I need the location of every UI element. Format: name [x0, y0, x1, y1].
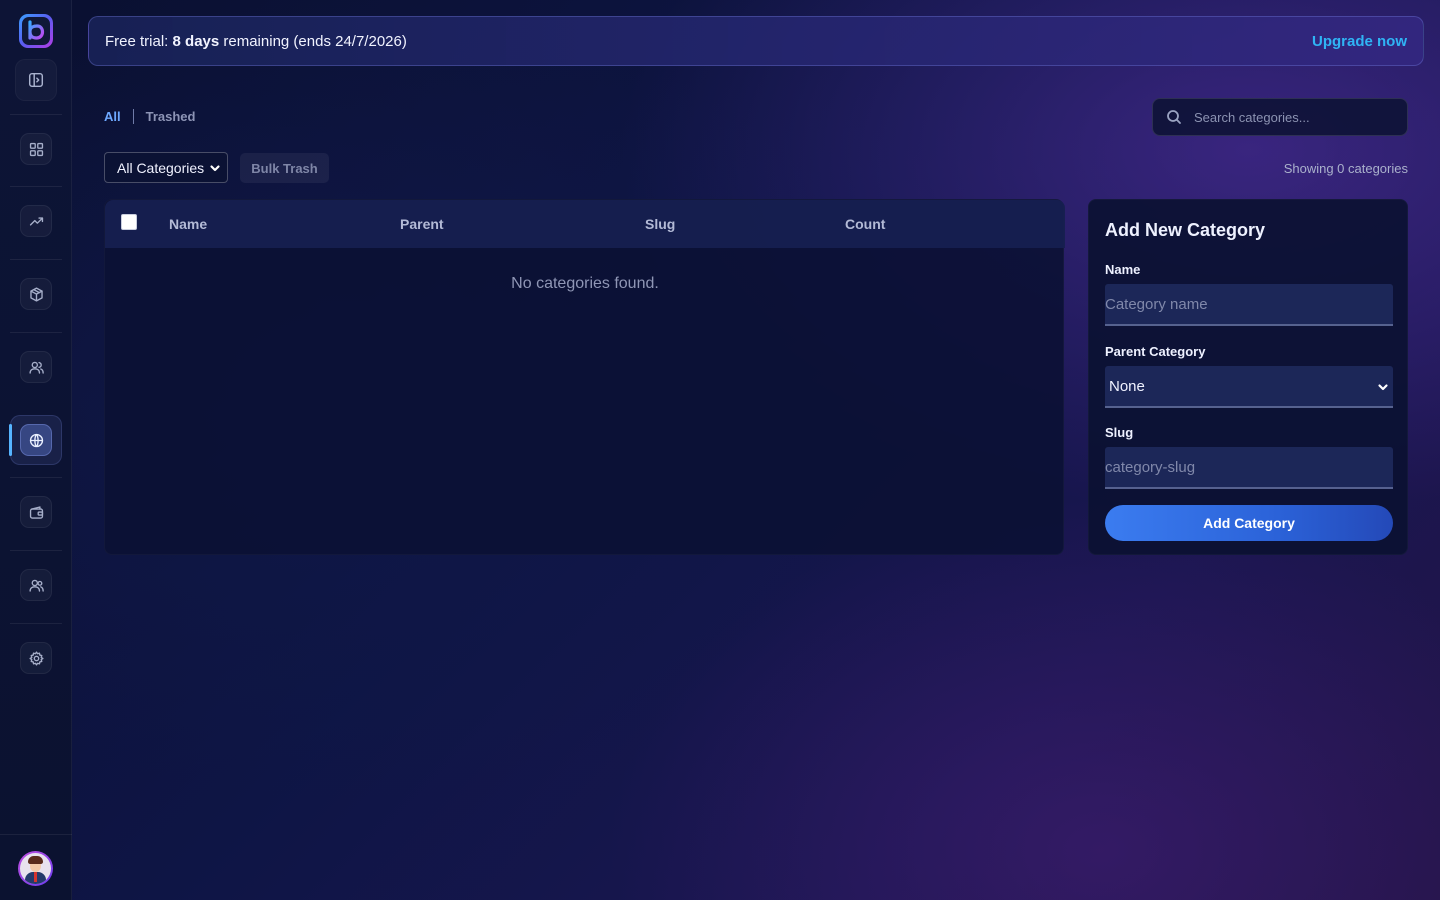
- globe-icon: [29, 433, 43, 447]
- box-icon: [29, 286, 43, 302]
- sidebar-toggle-icon: [28, 72, 44, 88]
- users-icon: [28, 361, 44, 374]
- chevron-down-icon: [1377, 380, 1389, 392]
- trial-banner: Free trial: 8 days remaining (ends 24/7/…: [88, 16, 1424, 66]
- sidebar-divider: [10, 550, 62, 551]
- sidebar-divider: [10, 186, 62, 187]
- sidebar-item-customers[interactable]: [20, 351, 52, 383]
- chevron-down-icon: [209, 161, 221, 173]
- parent-category-select[interactable]: None: [1105, 366, 1393, 408]
- sidebar-item-team[interactable]: [20, 569, 52, 601]
- sidebar-item-website[interactable]: [20, 424, 52, 456]
- sidebar-item-settings[interactable]: [20, 642, 52, 674]
- team-icon: [28, 579, 44, 592]
- sidebar: [0, 0, 72, 900]
- sidebar-item-products[interactable]: [20, 278, 52, 310]
- sidebar-active-indicator: [9, 424, 12, 456]
- sidebar-item-dashboard[interactable]: [20, 133, 52, 165]
- search-icon: [1167, 110, 1181, 124]
- add-category-button[interactable]: Add Category: [1105, 505, 1393, 541]
- select-all-checkbox[interactable]: [121, 214, 137, 230]
- slug-label: Slug: [1105, 425, 1134, 440]
- upgrade-now-link[interactable]: Upgrade now: [1312, 33, 1407, 50]
- status-tabs: All Trashed: [104, 109, 195, 124]
- user-avatar[interactable]: [18, 851, 53, 886]
- trending-up-icon: [29, 216, 43, 226]
- gear-icon: [28, 650, 44, 666]
- category-filter-select[interactable]: All Categories: [104, 152, 228, 183]
- bulk-trash-button[interactable]: Bulk Trash: [240, 153, 329, 183]
- showing-count: Showing 0 categories: [1283, 161, 1408, 176]
- wallet-icon: [29, 505, 43, 519]
- dashboard-grid-icon: [29, 142, 43, 156]
- column-header-slug[interactable]: Slug: [645, 216, 675, 232]
- form-title: Add New Category: [1105, 220, 1266, 240]
- category-name-input[interactable]: [1105, 284, 1393, 326]
- table-header: Name Parent Slug Count: [105, 200, 1065, 248]
- trial-banner-text: Free trial: 8 days remaining (ends 24/7/…: [105, 33, 407, 50]
- category-filter-value: All Categories: [117, 159, 205, 176]
- logo-mark: [22, 17, 50, 45]
- search-box: [1152, 98, 1408, 136]
- sidebar-item-analytics[interactable]: [20, 205, 52, 237]
- sidebar-divider: [10, 332, 62, 333]
- avatar-image: [20, 853, 51, 884]
- sidebar-divider: [10, 259, 62, 260]
- sidebar-divider: [10, 623, 62, 624]
- trial-prefix: Free trial:: [105, 33, 173, 50]
- search-input[interactable]: [1194, 109, 1394, 125]
- add-category-form: Add New Category Name Parent Category No…: [1088, 199, 1408, 555]
- column-header-count[interactable]: Count: [845, 216, 885, 232]
- sidebar-toggle-button[interactable]: [15, 59, 57, 101]
- app-logo[interactable]: [19, 14, 53, 48]
- sidebar-bottom-divider: [0, 834, 72, 835]
- slug-input[interactable]: [1105, 447, 1393, 489]
- trial-end-date: remaining (ends 24/7/2026): [219, 33, 407, 50]
- sidebar-item-wallet[interactable]: [20, 496, 52, 528]
- trial-days-remaining: 8 days: [172, 33, 220, 50]
- logo-b-icon: [28, 20, 45, 40]
- sidebar-divider: [10, 114, 62, 115]
- parent-category-label: Parent Category: [1105, 344, 1206, 359]
- sidebar-divider: [10, 477, 62, 478]
- name-label: Name: [1105, 262, 1141, 277]
- empty-state-message: No categories found.: [511, 275, 659, 292]
- categories-table: Name Parent Slug Count No categories fou…: [104, 199, 1065, 555]
- column-header-name[interactable]: Name: [169, 216, 207, 232]
- tab-trashed[interactable]: Trashed: [146, 109, 196, 124]
- column-header-parent[interactable]: Parent: [400, 216, 444, 232]
- tab-separator: [132, 109, 134, 124]
- parent-category-value: None: [1109, 377, 1145, 395]
- tab-all[interactable]: All: [104, 109, 121, 124]
